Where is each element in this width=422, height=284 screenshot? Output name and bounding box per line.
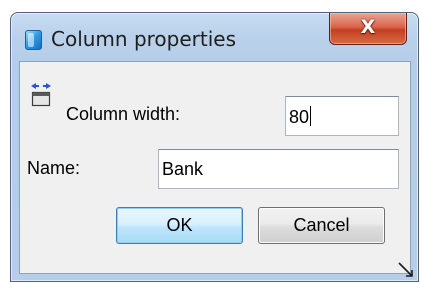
ok-button[interactable]: OK [116, 207, 243, 244]
name-value: Bank [162, 159, 204, 179]
title-bar[interactable]: Column properties X [11, 13, 418, 61]
column-width-value: 80 [289, 107, 310, 127]
column-width-label: Column width: [66, 104, 181, 124]
app-icon [25, 30, 42, 50]
column-width-input[interactable]: 80 [285, 96, 399, 136]
resize-grip-icon[interactable] [398, 262, 416, 280]
cancel-button[interactable]: Cancel [258, 207, 385, 244]
window-title: Column properties [51, 27, 237, 51]
name-label: Name: [27, 158, 81, 178]
text-caret [310, 106, 312, 126]
column-width-icon [31, 83, 51, 107]
close-icon: X [360, 16, 376, 38]
close-button[interactable]: X [329, 13, 407, 45]
name-input[interactable]: Bank [158, 149, 399, 189]
